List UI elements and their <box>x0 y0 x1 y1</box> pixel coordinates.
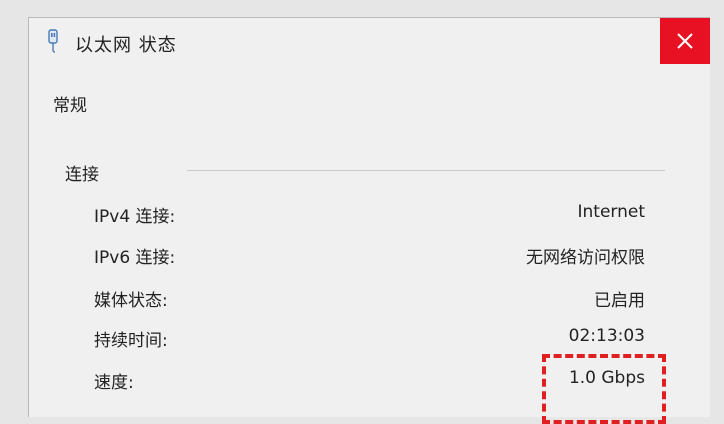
close-icon <box>677 33 693 49</box>
tab-general[interactable]: 常规 <box>53 91 87 116</box>
media-state-label: 媒体状态: <box>94 291 168 311</box>
duration-label: 持续时间: <box>94 331 168 351</box>
media-state-value: 已启用 <box>594 291 645 311</box>
ethernet-status-dialog: 以太网 状态 常规 连接 IPv4 连接: Internet IPv6 连接: … <box>28 17 710 424</box>
group-divider <box>187 170 665 171</box>
close-button[interactable] <box>660 18 710 64</box>
speed-highlight-box <box>542 354 666 424</box>
ipv6-connection-value: 无网络访问权限 <box>526 248 645 268</box>
window-title: 以太网 状态 <box>75 35 177 56</box>
network-adapter-icon <box>48 29 58 53</box>
ipv6-connection-label: IPv6 连接: <box>94 248 176 268</box>
speed-label: 速度: <box>94 373 134 393</box>
ipv4-connection-value: Internet <box>577 202 645 222</box>
connection-group-label: 连接 <box>65 165 99 185</box>
duration-value: 02:13:03 <box>568 326 645 346</box>
ipv4-connection-label: IPv4 连接: <box>94 207 176 227</box>
title-bar[interactable]: 以太网 状态 <box>29 18 710 66</box>
